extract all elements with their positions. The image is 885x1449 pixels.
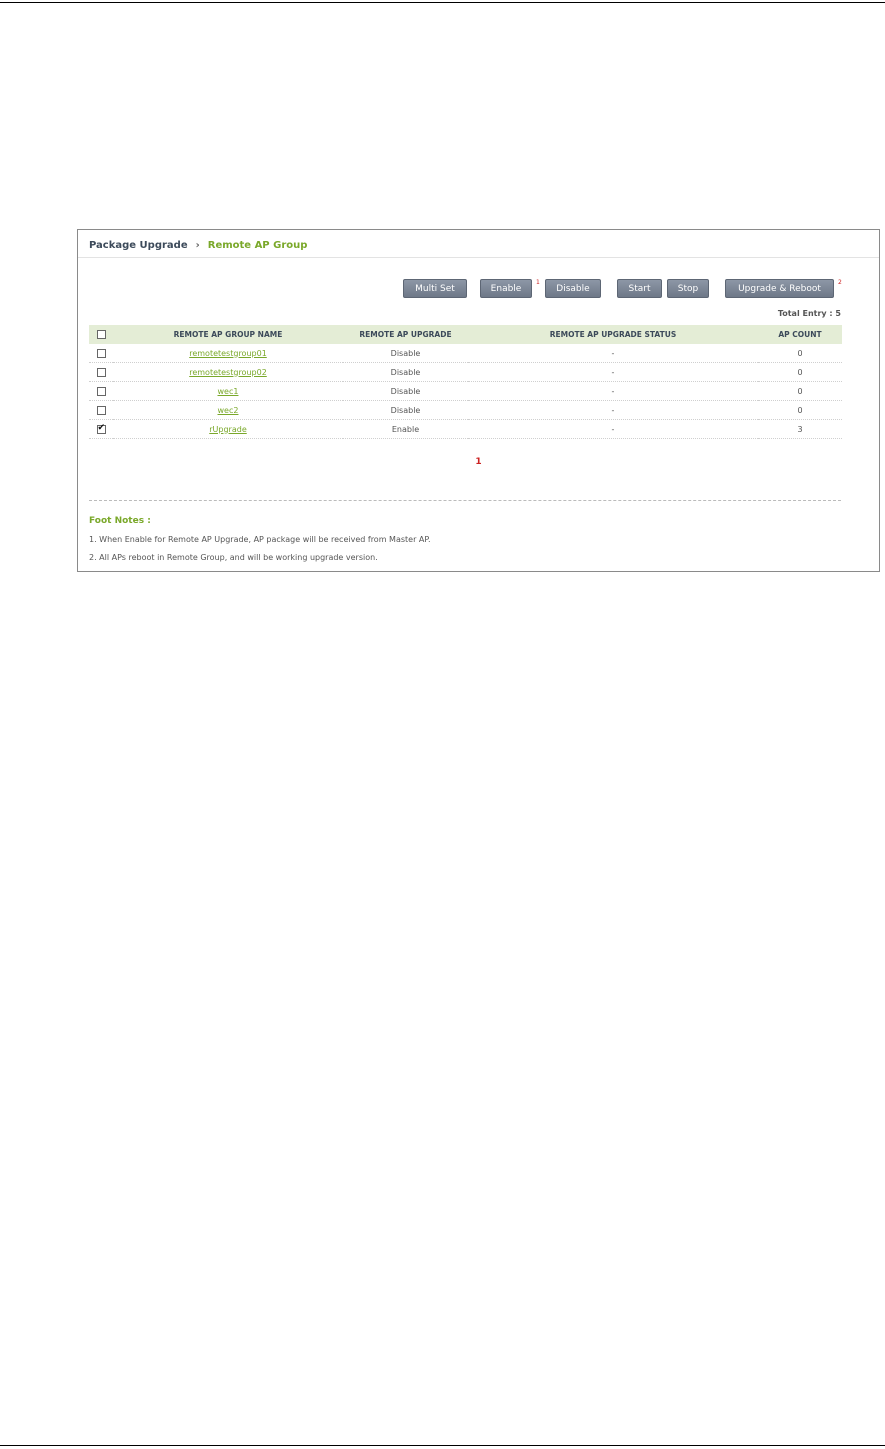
row-checkbox[interactable] [96,405,106,415]
row-check-cell [89,419,113,439]
table-row: remotetestgroup02 Disable - 0 [89,362,842,382]
upgrade-cell: Disable [343,400,468,420]
select-all-cell [89,325,113,344]
column-header-upgrade[interactable]: REMOTE AP UPGRADE [343,325,468,344]
page-number-current[interactable]: 1 [475,457,481,467]
select-all-checkbox[interactable] [96,330,106,340]
breadcrumb-parent-link[interactable]: Package Upgrade [89,240,188,251]
remote-ap-group-panel: Package Upgrade › Remote AP Group Multi … [77,229,880,572]
status-cell: - [468,419,758,439]
group-name-link[interactable]: wec1 [218,387,239,396]
upgrade-cell: Disable [343,362,468,382]
stop-button[interactable]: Stop [667,279,709,298]
upgrade-cell: Enable [343,419,468,439]
row-checkbox[interactable] [96,386,106,396]
header-divider [78,257,879,258]
row-check-cell [89,381,113,401]
total-entry-label: Total Entry : [777,309,833,318]
group-name-link[interactable]: rUpgrade [209,425,247,434]
ap-count-cell: 0 [758,362,842,382]
table-header-row: REMOTE AP GROUP NAME REMOTE AP UPGRADE R… [89,325,842,344]
table-row: wec1 Disable - 0 [89,381,842,401]
footnote-2: 2. All APs reboot in Remote Group, and w… [89,553,378,562]
disable-button[interactable]: Disable [545,279,601,298]
status-cell: - [468,362,758,382]
status-cell: - [468,381,758,401]
table-row: remotetestgroup01 Disable - 0 [89,344,842,363]
ap-count-cell: 0 [758,400,842,420]
footnotes-divider [89,500,841,501]
pagination: 1 [78,457,879,467]
breadcrumb: Package Upgrade › Remote AP Group [89,236,307,254]
ap-count-cell: 0 [758,344,842,363]
footnotes-title: Foot Notes : [89,516,151,526]
total-entry: Total Entry : 5 [778,309,841,318]
row-checkbox[interactable] [96,348,106,358]
table-row: wec2 Disable - 0 [89,400,842,420]
upgrade-reboot-footnote-mark: 2 [838,279,842,286]
group-name-link[interactable]: remotetestgroup02 [189,368,267,377]
ap-count-cell: 3 [758,419,842,439]
breadcrumb-current: Remote AP Group [207,239,308,251]
ap-count-cell: 0 [758,381,842,401]
start-button[interactable]: Start [617,279,662,298]
remote-ap-group-table: REMOTE AP GROUP NAME REMOTE AP UPGRADE R… [89,325,842,439]
row-check-cell [89,400,113,420]
row-check-cell [89,362,113,382]
page-top-rule [0,2,885,3]
enable-button[interactable]: Enable [480,279,532,298]
table-row: rUpgrade Enable - 3 [89,419,842,439]
total-entry-value: 5 [835,309,841,318]
row-check-cell [89,344,113,363]
row-checkbox-checked[interactable] [96,423,106,434]
enable-footnote-mark: 1 [536,279,540,286]
row-checkbox[interactable] [96,367,106,377]
group-name-link[interactable]: remotetestgroup01 [189,349,267,358]
upgrade-cell: Disable [343,381,468,401]
column-header-group-name[interactable]: REMOTE AP GROUP NAME [113,325,343,344]
upgrade-reboot-button[interactable]: Upgrade & Reboot [725,279,834,298]
upgrade-cell: Disable [343,344,468,363]
multi-set-button[interactable]: Multi Set [403,279,467,298]
footnote-1: 1. When Enable for Remote AP Upgrade, AP… [89,535,431,544]
group-name-link[interactable]: wec2 [218,406,239,415]
chevron-right-icon: › [195,239,200,251]
status-cell: - [468,400,758,420]
status-cell: - [468,344,758,363]
column-header-ap-count[interactable]: AP COUNT [758,325,842,344]
column-header-upgrade-status[interactable]: REMOTE AP UPGRADE STATUS [468,325,758,344]
page-bottom-rule [0,1445,885,1446]
